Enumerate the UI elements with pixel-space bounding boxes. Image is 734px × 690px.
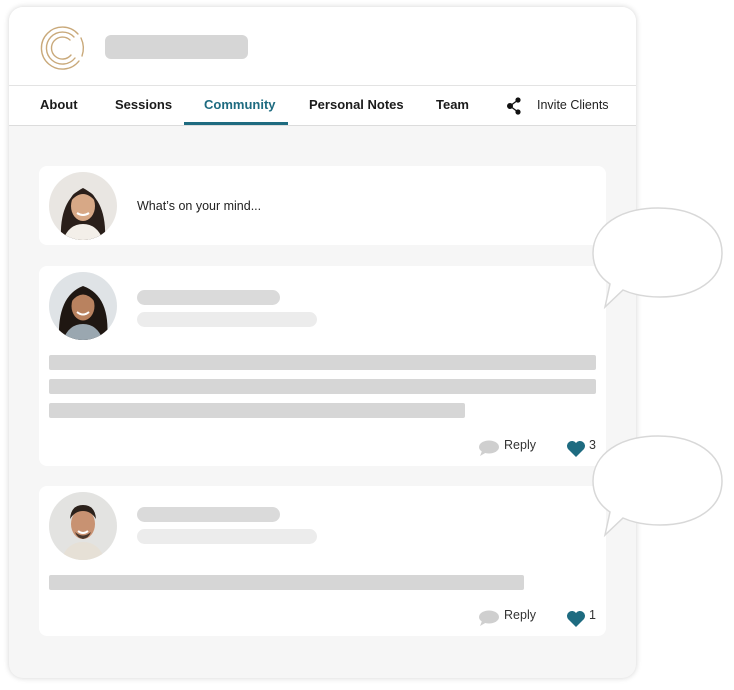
like-count: 1: [589, 608, 596, 622]
speech-bubble-icon: [592, 207, 723, 310]
share-icon: [507, 97, 521, 115]
community-card: About Sessions Community Personal Notes …: [9, 7, 636, 678]
post-meta-placeholder: [137, 312, 317, 327]
post-composer[interactable]: What’s on your mind...: [39, 166, 606, 245]
author-name-placeholder: [137, 290, 280, 305]
comment-icon: [479, 610, 500, 626]
avatar: [49, 272, 117, 340]
reply-label: Reply: [504, 438, 536, 452]
page-title-placeholder: [105, 35, 248, 59]
tab-bar: About Sessions Community Personal Notes …: [9, 86, 636, 126]
post-text-placeholder: [49, 403, 465, 418]
heart-icon: [567, 441, 586, 457]
active-tab-indicator: [184, 122, 288, 125]
post-actions: Reply 3: [396, 438, 596, 458]
invite-clients-label: Invite Clients: [537, 98, 609, 112]
reply-button[interactable]: Reply: [479, 608, 536, 626]
post-meta-placeholder: [137, 529, 317, 544]
heart-icon: [567, 611, 586, 627]
author-name-placeholder: [137, 507, 280, 522]
reply-button[interactable]: Reply: [479, 438, 536, 456]
tab-personal-notes[interactable]: Personal Notes: [309, 86, 404, 126]
post-card: Reply 3: [39, 266, 606, 466]
tab-team[interactable]: Team: [436, 86, 469, 126]
speech-bubble-icon: [592, 435, 723, 538]
post-text-placeholder: [49, 379, 596, 394]
reply-label: Reply: [504, 608, 536, 622]
avatar: [49, 172, 117, 240]
avatar: [49, 492, 117, 560]
header: [9, 7, 636, 86]
tab-sessions[interactable]: Sessions: [115, 86, 172, 126]
composer-input[interactable]: What’s on your mind...: [137, 199, 261, 213]
post-actions: Reply 1: [396, 608, 596, 628]
tab-community[interactable]: Community: [204, 86, 276, 126]
like-button[interactable]: 1: [567, 608, 596, 627]
logo-icon: [40, 26, 84, 70]
post-text-placeholder: [49, 355, 596, 370]
post-card: Reply 1: [39, 486, 606, 636]
comment-icon: [479, 440, 500, 456]
tab-about[interactable]: About: [40, 86, 78, 126]
post-text-placeholder: [49, 575, 524, 590]
